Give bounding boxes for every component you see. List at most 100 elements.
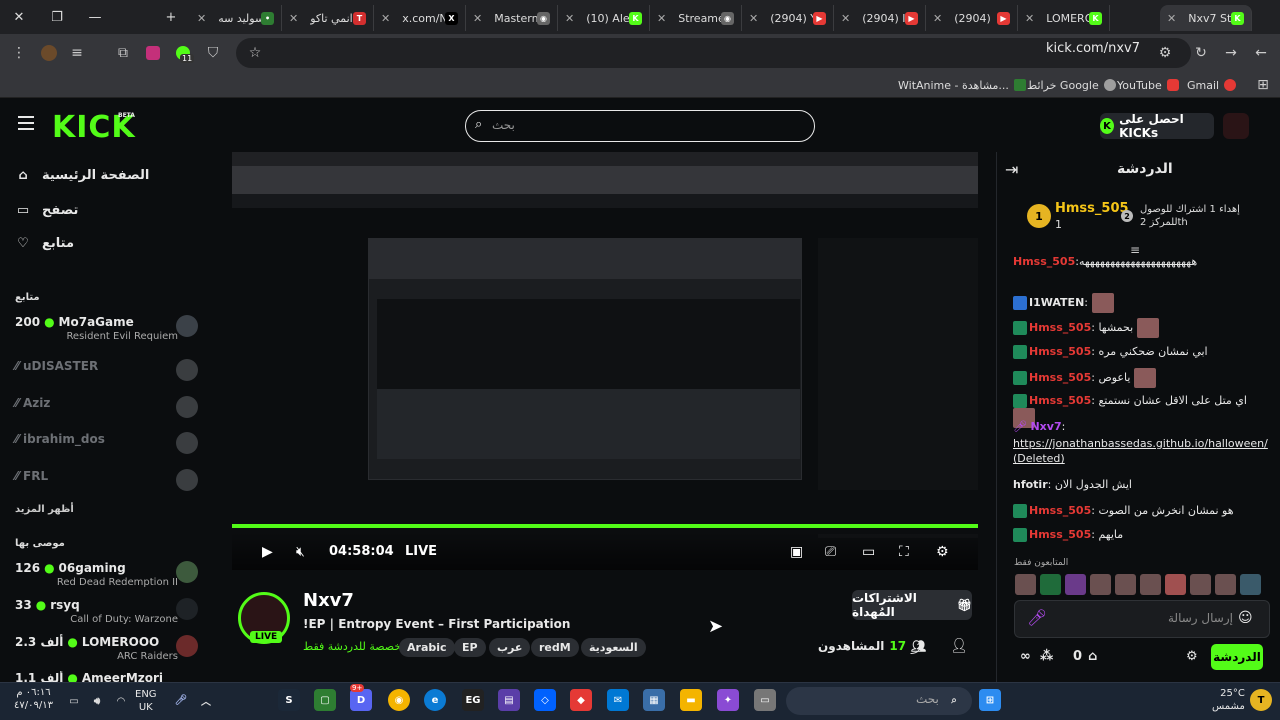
browser-tab[interactable]: ✕ (2904) Y ▶ [742,5,834,31]
apps-grid-icon[interactable]: ⊞ [1252,74,1274,96]
close-tab-icon[interactable]: ✕ [1025,12,1034,25]
close-tab-icon[interactable]: ✕ [289,12,298,25]
picture-in-picture-icon[interactable]: ▣ [790,544,803,560]
supporter-avatar[interactable] [1215,574,1236,595]
back-icon[interactable]: ← [1250,42,1272,64]
close-tab-icon[interactable]: ✕ [1167,12,1176,25]
browser-tab[interactable]: ✕ Nxv7 StrK [1160,5,1252,31]
streamer-name[interactable]: Nxv7 [303,590,354,611]
url-text[interactable]: kick.com/nxv7 [1046,41,1140,56]
bookmark-google-maps[interactable]: خرائط Google [1027,76,1116,94]
recommended-channel-lomerooo[interactable]: 2.3 ألف ● LOMEROOO ARC Raiders [15,635,200,662]
forward-icon[interactable]: → [1220,42,1242,64]
store-icon[interactable]: ⌂ [1088,649,1097,664]
get-kicks-button[interactable]: K احصل على KICKs [1100,112,1214,140]
browser-tab[interactable]: ✕ LOMERO K [1018,5,1110,31]
chat-settings-icon[interactable]: ⚙ [1186,649,1198,664]
site-settings-icon[interactable]: ⚙ [1154,42,1176,64]
restore-window-icon[interactable]: ❐ [38,0,76,34]
outlook-icon[interactable]: ✉ [607,689,629,711]
clip-icon[interactable]: ⎚ [825,544,836,560]
recommended-channel-06gaming[interactable]: 126 ● 06gaming Red Dead Redemption II [15,561,200,588]
follow-user-icon[interactable]: 👤︎ [950,638,968,654]
new-tab-icon[interactable]: + [152,0,190,34]
chrome-icon[interactable]: ◉ [388,689,410,711]
browser-tab[interactable]: ✕ (2904) I ▶ [834,5,926,31]
bookmark-witanime[interactable]: WitAnime - مشاهدة... [898,76,1026,94]
supporter-avatar[interactable] [1065,574,1086,595]
following-channel-aziz[interactable]: ⁄⁄ Aziz [15,396,200,418]
settings-gear-icon[interactable]: ⚙ [936,544,949,560]
taskbar-mic-icon[interactable]: 🎤︎ [170,689,192,711]
app-green-icon[interactable]: ▢ [314,689,336,711]
following-channel-mo7agame[interactable]: 200 ● Mo7aGame Resident Evil Requiem [15,315,200,342]
video-progress-bar[interactable] [232,524,978,528]
close-tab-icon[interactable]: ✕ [197,12,206,25]
steam-icon[interactable]: S [278,689,300,711]
browser-tab[interactable]: ✕ (10) AlerK [558,5,650,31]
copilot-icon[interactable]: ✦ [717,689,739,711]
nav-following[interactable]: ♡ متابع [16,236,74,251]
extensions-puzzle-icon[interactable]: ⧉ [112,42,134,64]
taskbar-language[interactable]: ENG UK [135,688,157,714]
reload-icon[interactable]: ↻ [1190,42,1212,64]
epic-games-icon[interactable]: EG [462,689,484,711]
tray-chevron-icon[interactable]: ︿ [195,689,217,711]
tag-saudi[interactable]: السعودية [581,638,646,657]
minimize-window-icon[interactable]: — [76,0,114,34]
browser-tab[interactable]: ✕ (2904) ▶ [926,5,1018,31]
infinity-icon[interactable]: ∞ [1020,649,1031,664]
windows-start-icon[interactable]: ⊞ [979,689,1001,711]
following-channel-frl[interactable]: ⁄⁄ FRL [15,469,200,491]
live-indicator[interactable]: LIVE [405,544,437,559]
supporter-avatar[interactable] [1090,574,1111,595]
close-tab-icon[interactable]: ✕ [657,12,666,25]
collapse-chat-icon[interactable]: ⇥ [1005,160,1018,179]
supporter-avatar[interactable] [1165,574,1186,595]
taskbar-search-icon[interactable]: ⌕ [943,689,965,711]
app-purple-icon[interactable]: ▤ [498,689,520,711]
user-avatar[interactable] [1223,113,1249,139]
extension-avatar-icon[interactable] [38,42,60,64]
chat-send-button[interactable]: الدردشة [1211,644,1263,670]
mic-icon[interactable]: 🎤︎ [1027,608,1047,627]
file-explorer-icon[interactable]: ▬ [680,689,702,711]
close-tab-icon[interactable]: ✕ [841,12,850,25]
supporter-avatar[interactable] [1040,574,1061,595]
browser-tab[interactable]: ✕ Masterm◉ [466,5,558,31]
menu-dots-icon[interactable]: ⋮ [8,42,30,64]
wifi-icon[interactable]: ◠ [110,690,132,712]
theater-mode-icon[interactable]: ▭ [862,544,875,560]
volume-icon[interactable]: 🔊︎ [86,690,108,712]
drops-icon[interactable]: ⁂ [1040,649,1053,664]
tag-arab[interactable]: عرب [489,638,531,657]
nav-home[interactable]: ⌂ الصفحة الرئيسية [16,168,149,183]
close-tab-icon[interactable]: ✕ [473,12,482,25]
share-icon[interactable]: ⤴ [910,638,924,658]
store-app-icon[interactable]: ▦ [643,689,665,711]
close-tab-icon[interactable]: ✕ [749,12,758,25]
mute-icon[interactable]: 🔇︎ [296,544,305,560]
supporter-avatar[interactable] [1115,574,1136,595]
taskbar-weather[interactable]: 25°C مشمس [1212,687,1245,713]
bookmark-gmail[interactable]: Gmail [1187,76,1237,94]
taskbar-clock[interactable]: ٠٦:١٦ م ٤٧/٠٩/١٣ [14,686,53,712]
supporter-avatar[interactable] [1190,574,1211,595]
show-more-link[interactable]: أظهر المزيد [15,504,74,515]
bookmark-youtube[interactable]: YouTube [1117,76,1179,94]
reading-list-icon[interactable]: ≡ [66,42,88,64]
recommended-channel-ameermzori[interactable]: 1.1 ألف ● AmeerMzori [15,671,200,682]
app-gray-icon[interactable]: ▭ [754,689,776,711]
close-tab-icon[interactable]: ✕ [933,12,942,25]
bookmark-star-icon[interactable]: ☆ [244,42,266,64]
tag-ep[interactable]: EP [454,638,486,657]
app-red-icon[interactable]: ◆ [570,689,592,711]
close-tab-icon[interactable]: ✕ [565,12,574,25]
close-tab-icon[interactable]: ✕ [381,12,390,25]
fullscreen-icon[interactable]: ⛶ [899,544,909,560]
browser-tab[interactable]: ✕ انمي تاكو T [282,5,374,31]
supporter-avatar[interactable] [1140,574,1161,595]
browser-tab[interactable]: ✕ Streame ◉ [650,5,742,31]
leader-name[interactable]: Hmss_505 [1055,201,1129,216]
emoji-icon[interactable]: ☺ [1238,610,1253,626]
